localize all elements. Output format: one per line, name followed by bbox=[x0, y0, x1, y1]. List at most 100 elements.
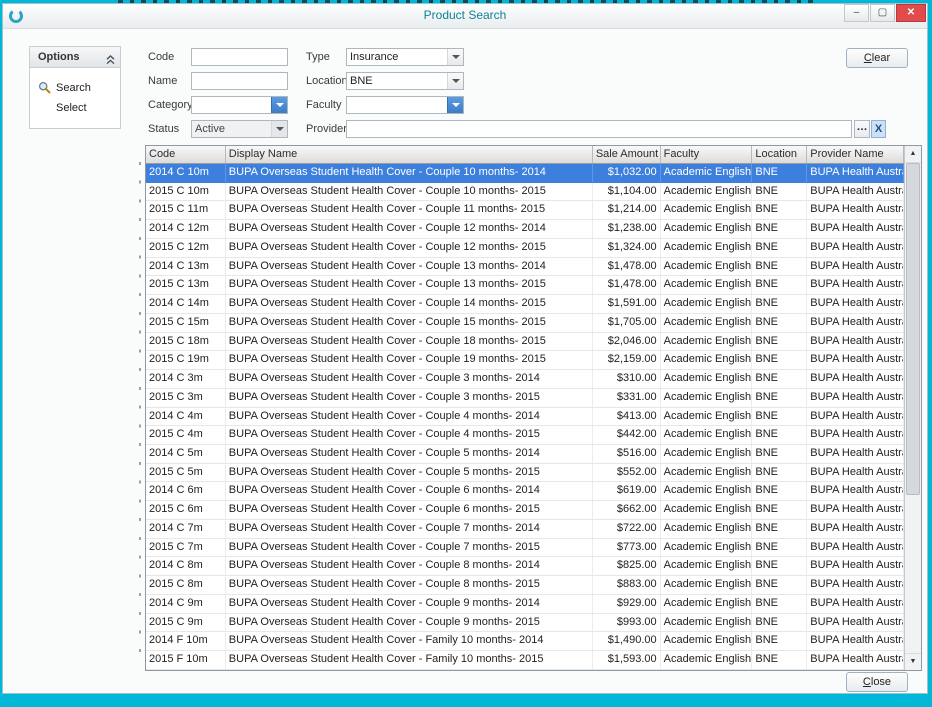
table-row[interactable]: 2014 F 10mBUPA Overseas Student Health C… bbox=[146, 632, 904, 651]
table-cell: BUPA Health Australia P bbox=[807, 557, 904, 575]
type-dropdown[interactable]: Insurance bbox=[346, 48, 464, 66]
provider-browse-button[interactable]: … bbox=[854, 120, 870, 138]
table-row[interactable]: 2015 C 7mBUPA Overseas Student Health Co… bbox=[146, 539, 904, 558]
location-dropdown[interactable]: BNE bbox=[346, 72, 464, 90]
category-dropdown[interactable] bbox=[191, 96, 288, 114]
table-cell: Academic English bbox=[661, 239, 753, 257]
title-bar[interactable]: Product Search – ▢ ✕ bbox=[3, 4, 927, 29]
provider-input[interactable] bbox=[346, 120, 852, 138]
table-row[interactable]: 2015 C 12mBUPA Overseas Student Health C… bbox=[146, 239, 904, 258]
table-row[interactable]: 2014 C 3mBUPA Overseas Student Health Co… bbox=[146, 370, 904, 389]
options-panel-header[interactable]: Options bbox=[30, 47, 120, 68]
name-input[interactable] bbox=[191, 72, 288, 90]
location-dropdown-button[interactable] bbox=[447, 73, 463, 89]
chevron-down-icon bbox=[276, 127, 284, 131]
table-cell: BNE bbox=[752, 389, 807, 407]
clear-button[interactable]: Clear bbox=[846, 48, 908, 68]
table-cell: BNE bbox=[752, 632, 807, 650]
table-cell: BUPA Overseas Student Health Cover - Cou… bbox=[226, 520, 593, 538]
table-row[interactable]: 2014 C 8mBUPA Overseas Student Health Co… bbox=[146, 557, 904, 576]
table-cell: BNE bbox=[752, 220, 807, 238]
scrollbar-thumb[interactable] bbox=[906, 163, 920, 495]
chevron-down-icon bbox=[452, 79, 460, 83]
table-row[interactable]: 2014 C 13mBUPA Overseas Student Health C… bbox=[146, 258, 904, 277]
table-cell: BUPA Overseas Student Health Cover - Cou… bbox=[226, 576, 593, 594]
table-row[interactable]: 2015 F 10mBUPA Overseas Student Health C… bbox=[146, 651, 904, 670]
table-cell: BUPA Health Australia P bbox=[807, 426, 904, 444]
code-input[interactable] bbox=[191, 48, 288, 66]
table-cell: 2015 C 3m bbox=[146, 389, 226, 407]
table-cell: $1,214.00 bbox=[593, 201, 661, 219]
window-controls: – ▢ ✕ bbox=[843, 4, 926, 22]
faculty-dropdown[interactable] bbox=[346, 96, 464, 114]
table-row[interactable]: 2014 C 9mBUPA Overseas Student Health Co… bbox=[146, 595, 904, 614]
collapse-icon[interactable] bbox=[106, 52, 115, 72]
table-row[interactable]: 2015 C 15mBUPA Overseas Student Health C… bbox=[146, 314, 904, 333]
table-cell: Academic English bbox=[661, 295, 753, 313]
column-header[interactable]: Display Name bbox=[226, 146, 593, 163]
column-header[interactable]: Faculty bbox=[661, 146, 753, 163]
table-cell: $1,478.00 bbox=[593, 258, 661, 276]
table-cell: BUPA Health Australia P bbox=[807, 632, 904, 650]
table-row[interactable]: 2014 C 10mBUPA Overseas Student Health C… bbox=[146, 164, 904, 183]
table-cell: BUPA Health Australia P bbox=[807, 220, 904, 238]
vertical-scrollbar[interactable]: ▲ ▼ bbox=[904, 146, 921, 670]
table-cell: $1,104.00 bbox=[593, 183, 661, 201]
table-cell: BUPA Overseas Student Health Cover - Cou… bbox=[226, 482, 593, 500]
table-cell: Academic English bbox=[661, 445, 753, 463]
table-row[interactable]: 2015 C 5mBUPA Overseas Student Health Co… bbox=[146, 464, 904, 483]
table-cell: Academic English bbox=[661, 557, 753, 575]
table-row[interactable]: 2014 C 4mBUPA Overseas Student Health Co… bbox=[146, 408, 904, 427]
table-row[interactable]: 2015 C 18mBUPA Overseas Student Health C… bbox=[146, 333, 904, 352]
grid-header: CodeDisplay NameSale AmountFacultyLocati… bbox=[146, 146, 904, 164]
sidebar-item-search[interactable]: Search bbox=[30, 78, 120, 98]
table-cell: Academic English bbox=[661, 595, 753, 613]
table-cell: $1,490.00 bbox=[593, 632, 661, 650]
table-cell: $619.00 bbox=[593, 482, 661, 500]
table-cell: 2014 C 12m bbox=[146, 220, 226, 238]
table-row[interactable]: 2015 C 6mBUPA Overseas Student Health Co… bbox=[146, 501, 904, 520]
table-cell: Academic English bbox=[661, 408, 753, 426]
table-cell: BUPA Health Australia P bbox=[807, 183, 904, 201]
table-row[interactable]: 2015 C 8mBUPA Overseas Student Health Co… bbox=[146, 576, 904, 595]
table-row[interactable]: 2014 C 7mBUPA Overseas Student Health Co… bbox=[146, 520, 904, 539]
table-row[interactable]: 2015 C 13mBUPA Overseas Student Health C… bbox=[146, 276, 904, 295]
type-dropdown-button[interactable] bbox=[447, 49, 463, 65]
column-header[interactable]: Provider Name bbox=[807, 146, 904, 163]
table-cell: Academic English bbox=[661, 370, 753, 388]
table-cell: $993.00 bbox=[593, 614, 661, 632]
table-cell: Academic English bbox=[661, 651, 753, 669]
close-button[interactable]: Close bbox=[846, 672, 908, 692]
status-dropdown[interactable]: Active bbox=[191, 120, 288, 138]
table-row[interactable]: 2014 C 12mBUPA Overseas Student Health C… bbox=[146, 220, 904, 239]
table-row[interactable]: 2014 C 14mBUPA Overseas Student Health C… bbox=[146, 295, 904, 314]
table-row[interactable]: 2015 C 19mBUPA Overseas Student Health C… bbox=[146, 351, 904, 370]
table-row[interactable]: 2015 C 4mBUPA Overseas Student Health Co… bbox=[146, 426, 904, 445]
table-row[interactable]: 2015 C 9mBUPA Overseas Student Health Co… bbox=[146, 614, 904, 633]
table-cell: BUPA Health Australia P bbox=[807, 276, 904, 294]
table-cell: BUPA Health Australia P bbox=[807, 482, 904, 500]
table-cell: BUPA Health Australia P bbox=[807, 351, 904, 369]
category-dropdown-button[interactable] bbox=[271, 97, 287, 113]
table-cell: BUPA Overseas Student Health Cover - Cou… bbox=[226, 501, 593, 519]
table-row[interactable]: 2014 C 6mBUPA Overseas Student Health Co… bbox=[146, 482, 904, 501]
minimize-button[interactable]: – bbox=[844, 4, 869, 22]
table-row[interactable]: 2015 C 11mBUPA Overseas Student Health C… bbox=[146, 201, 904, 220]
chevron-down-icon bbox=[276, 103, 284, 107]
maximize-button[interactable]: ▢ bbox=[870, 4, 895, 22]
faculty-dropdown-button[interactable] bbox=[447, 97, 463, 113]
status-dropdown-button[interactable] bbox=[271, 121, 287, 137]
close-window-button[interactable]: ✕ bbox=[896, 4, 926, 22]
scroll-up-button[interactable]: ▲ bbox=[905, 146, 921, 163]
table-row[interactable]: 2015 C 10mBUPA Overseas Student Health C… bbox=[146, 183, 904, 202]
scroll-down-button[interactable]: ▼ bbox=[905, 653, 921, 670]
sidebar-item-select[interactable]: Select bbox=[30, 98, 120, 118]
table-row[interactable]: 2015 C 3mBUPA Overseas Student Health Co… bbox=[146, 389, 904, 408]
column-header[interactable]: Sale Amount bbox=[593, 146, 661, 163]
provider-clear-button[interactable]: X bbox=[871, 120, 886, 138]
table-cell: 2014 F 10m bbox=[146, 632, 226, 650]
column-header[interactable]: Code bbox=[146, 146, 226, 163]
table-row[interactable]: 2014 C 5mBUPA Overseas Student Health Co… bbox=[146, 445, 904, 464]
column-header[interactable]: Location bbox=[752, 146, 807, 163]
table-cell: BNE bbox=[752, 164, 807, 182]
